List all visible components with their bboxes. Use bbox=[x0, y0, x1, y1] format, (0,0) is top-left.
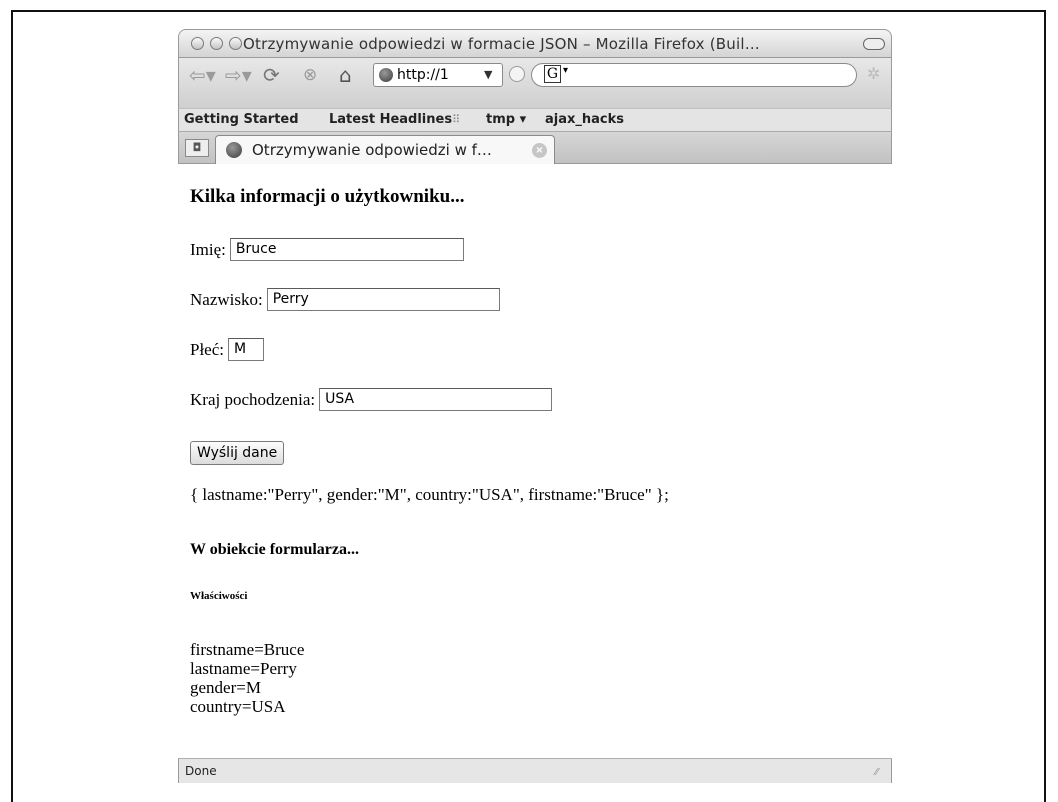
property-item: gender=M bbox=[190, 678, 261, 697]
search-engine-dropdown-icon[interactable]: ▾ bbox=[563, 65, 568, 76]
resize-grip-icon[interactable]: ⁄⁄ bbox=[875, 767, 887, 779]
tab-globe-icon bbox=[226, 142, 242, 158]
firstname-label: Imię: bbox=[190, 239, 226, 259]
gender-label: Płeć: bbox=[190, 339, 224, 359]
new-tab-icon[interactable]: ◘ bbox=[185, 139, 209, 157]
site-globe-icon bbox=[379, 68, 393, 82]
gender-field[interactable]: M bbox=[228, 338, 264, 361]
bookmark-latest-headlines[interactable]: Latest Headlines⠿ bbox=[329, 112, 460, 127]
lastname-row: Nazwisko: Perry bbox=[190, 288, 500, 311]
forward-arrow-icon[interactable]: ⇨▾ bbox=[225, 63, 252, 87]
zoom-window-icon[interactable] bbox=[229, 37, 242, 50]
bookmark-getting-started[interactable]: Getting Started bbox=[184, 112, 299, 127]
rss-icon: ⠿ bbox=[452, 113, 461, 126]
history-dropdown-icon[interactable]: ▼ bbox=[484, 64, 492, 86]
back-arrow-icon[interactable]: ⇦▾ bbox=[189, 63, 216, 87]
stop-icon[interactable]: ⊗ bbox=[303, 63, 317, 87]
property-item: country=USA bbox=[190, 697, 286, 716]
bookmark-folder-tmp[interactable]: tmp ▾ bbox=[486, 112, 526, 127]
home-icon[interactable]: ⌂ bbox=[339, 63, 352, 87]
page-heading: Kilka informacji o użytkowniku... bbox=[190, 186, 465, 207]
toolbar-toggle-icon[interactable] bbox=[863, 38, 885, 50]
tab-label: Otrzymywanie odpowiedzi w f… bbox=[252, 141, 492, 159]
status-bar: Done ⁄⁄ bbox=[178, 758, 892, 783]
browser-window: Otrzymywanie odpowiedzi w formacie JSON … bbox=[178, 29, 892, 798]
country-field[interactable]: USA bbox=[319, 388, 553, 411]
search-input[interactable]: G ▾ bbox=[531, 63, 857, 87]
bookmark-ajax-hacks[interactable]: ajax_hacks bbox=[545, 112, 624, 127]
window-title: Otrzymywanie odpowiedzi w formacie JSON … bbox=[243, 35, 760, 53]
navigation-toolbar: ⇦▾ ⇨▾ ⟳ ⊗ ⌂ http://1 ▼ G ▾ ✲ bbox=[178, 58, 892, 108]
tab-active[interactable]: Otrzymywanie odpowiedzi w f… × bbox=[215, 135, 555, 165]
properties-list: firstname=Bruce lastname=Perry gender=M … bbox=[190, 640, 304, 716]
gender-row: Płeć: M bbox=[190, 338, 264, 361]
reload-icon[interactable]: ⟳ bbox=[263, 63, 280, 87]
country-row: Kraj pochodzenia: USA bbox=[190, 388, 553, 411]
properties-heading: Właściwości bbox=[190, 590, 248, 602]
close-window-icon[interactable] bbox=[191, 37, 204, 50]
address-bar[interactable]: http://1 ▼ bbox=[373, 63, 503, 87]
search-engine-icon[interactable]: G bbox=[544, 65, 561, 83]
page-content: Kilka informacji o użytkowniku... Imię: B… bbox=[178, 164, 892, 754]
activity-throbber-icon: ✲ bbox=[867, 64, 881, 83]
property-item: firstname=Bruce bbox=[190, 640, 305, 659]
json-output: { lastname:"Perry", gender:"M", country:… bbox=[190, 485, 669, 504]
property-item: lastname=Perry bbox=[190, 659, 297, 678]
firstname-row: Imię: Bruce bbox=[190, 238, 464, 261]
country-label: Kraj pochodzenia: bbox=[190, 389, 316, 409]
tab-bar: ◘ Otrzymywanie odpowiedzi w f… × bbox=[178, 131, 892, 165]
tab-close-icon[interactable]: × bbox=[532, 143, 547, 158]
status-text: Done bbox=[185, 764, 217, 778]
url-text: http://1 bbox=[397, 67, 449, 83]
form-object-heading: W obiekcie formularza... bbox=[190, 541, 360, 558]
bookmark-label: Latest Headlines bbox=[329, 112, 453, 127]
title-bar: Otrzymywanie odpowiedzi w formacie JSON … bbox=[178, 29, 892, 58]
lastname-label: Nazwisko: bbox=[190, 289, 263, 309]
go-arrow-icon[interactable] bbox=[509, 66, 525, 82]
lastname-field[interactable]: Perry bbox=[266, 288, 500, 311]
submit-button[interactable]: Wyślij dane bbox=[190, 441, 285, 465]
bookmarks-toolbar: Getting Started Latest Headlines⠿ tmp ▾ … bbox=[178, 108, 892, 131]
firstname-field[interactable]: Bruce bbox=[229, 238, 464, 261]
minimize-window-icon[interactable] bbox=[210, 37, 223, 50]
